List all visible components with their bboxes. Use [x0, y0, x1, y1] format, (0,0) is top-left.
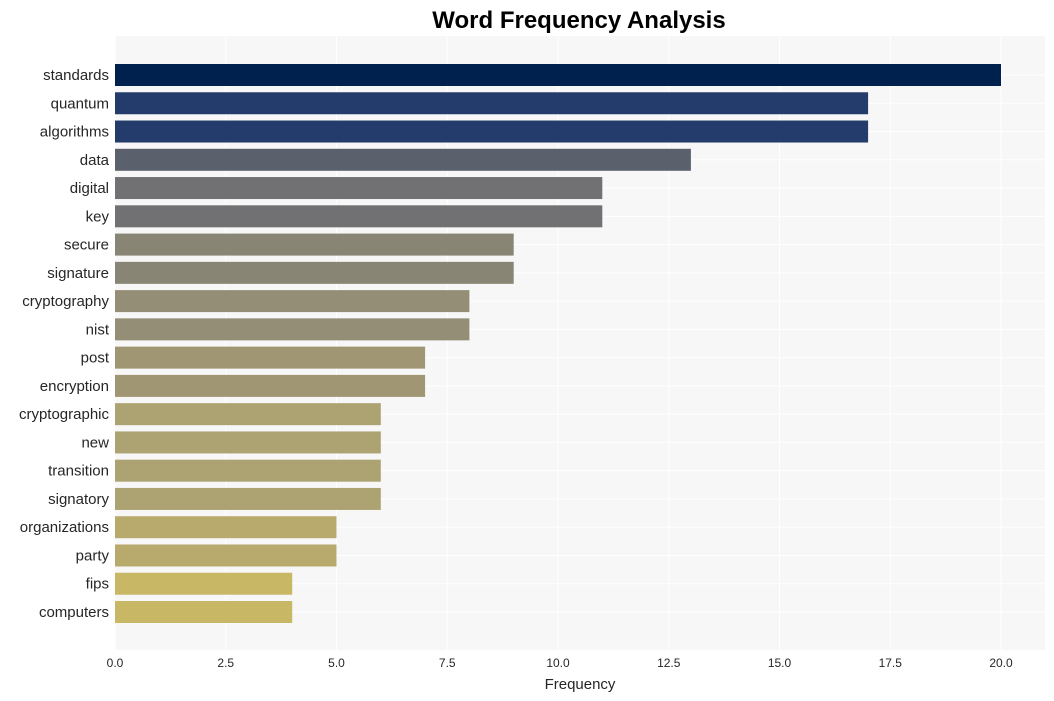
bar-signatory [115, 487, 381, 510]
x-tick-label-6: 15.0 [768, 656, 792, 670]
y-tick-label-secure: secure [64, 237, 109, 254]
y-tick-label-new: new [81, 434, 109, 451]
bar-algorithms [115, 120, 869, 143]
x-tick-label-4: 10.0 [546, 656, 570, 670]
x-tick-label-8: 20.0 [989, 656, 1013, 670]
y-tick-label-signature: signature [47, 265, 109, 282]
x-tick-label-2: 5.0 [328, 656, 345, 670]
bar-organizations [115, 516, 337, 539]
y-tick-label-standards: standards [43, 67, 109, 84]
y-tick-label-cryptographic: cryptographic [19, 406, 110, 423]
y-tick-labels: standards quantum algorithms data digital key… [19, 67, 110, 621]
y-tick-label-key: key [86, 208, 110, 225]
bar-fips [115, 572, 293, 595]
x-tick-label-3: 7.5 [439, 656, 456, 670]
bar-quantum [115, 92, 869, 115]
y-tick-label-data: data [80, 152, 110, 169]
bar-nist [115, 318, 470, 341]
y-tick-label-algorithms: algorithms [40, 124, 109, 141]
bar-cryptographic [115, 403, 381, 426]
bar-key [115, 205, 603, 228]
x-tick-label-0: 0.0 [107, 656, 124, 670]
bar-standards [115, 64, 1001, 86]
bar-signature [115, 261, 514, 284]
x-tick-label-1: 2.5 [217, 656, 234, 670]
bar-encryption [115, 374, 426, 397]
y-tick-label-nist: nist [86, 321, 110, 338]
bar-digital [115, 177, 603, 200]
bar-new [115, 431, 381, 454]
y-tick-label-cryptography: cryptography [22, 293, 109, 310]
bar-secure [115, 233, 514, 256]
bar-post [115, 346, 426, 369]
y-tick-label-organizations: organizations [20, 519, 109, 536]
chart-title: Word Frequency Analysis [432, 7, 725, 34]
y-tick-label-signatory: signatory [48, 491, 109, 508]
word-frequency-chart: Word Frequency Analysis standards quantum… [19, 7, 1045, 693]
x-tick-labels: 0.0 2.5 5.0 7.5 10.0 12.5 15.0 17.5 20.0 [107, 656, 1013, 670]
bar-cryptography [115, 290, 470, 313]
y-tick-label-fips: fips [86, 576, 109, 593]
bar-transition [115, 459, 381, 482]
y-tick-label-party: party [76, 547, 110, 564]
y-tick-label-quantum: quantum [51, 95, 109, 112]
x-axis-label: Frequency [545, 676, 616, 693]
y-tick-label-computers: computers [39, 604, 109, 621]
y-tick-label-transition: transition [48, 463, 109, 480]
y-tick-label-encryption: encryption [40, 378, 109, 395]
y-tick-label-post: post [81, 350, 110, 367]
bar-data [115, 148, 691, 171]
bar-party [115, 544, 337, 567]
x-tick-label-7: 17.5 [879, 656, 903, 670]
bar-computers [115, 601, 293, 623]
x-tick-label-5: 12.5 [657, 656, 681, 670]
y-tick-label-digital: digital [70, 180, 109, 197]
